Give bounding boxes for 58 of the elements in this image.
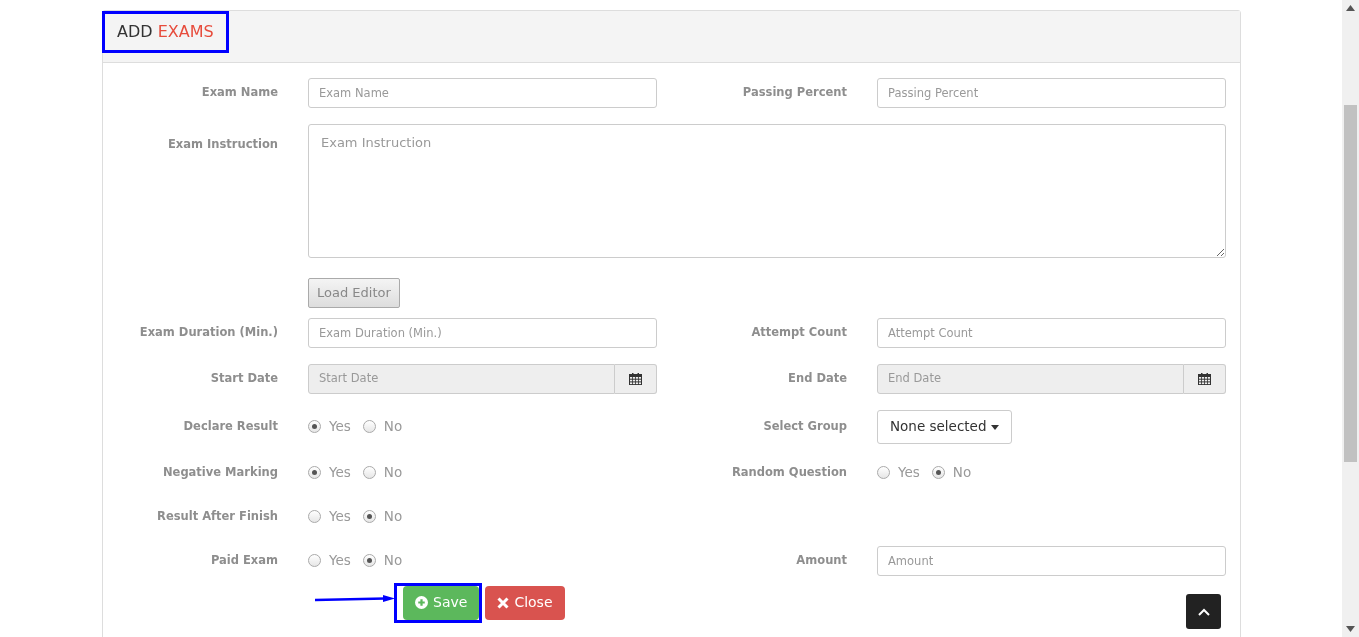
group-dropdown[interactable]: None selected — [877, 409, 1012, 444]
text-input[interactable]: Passing Percent — [877, 78, 1226, 108]
textarea-input[interactable]: Exam Instruction — [308, 124, 1226, 258]
radio-button[interactable] — [308, 554, 321, 567]
radio-label: Yes — [329, 463, 351, 483]
field-label: Result After Finish — [156, 507, 278, 525]
calendar-icon — [629, 372, 642, 385]
plus-circle-icon — [415, 596, 428, 609]
field-label: Exam Instruction — [166, 136, 278, 153]
radio-label: Yes — [898, 463, 920, 483]
scroll-up-icon[interactable] — [1346, 5, 1355, 11]
radio-label: No — [383, 551, 403, 571]
caret-icon — [990, 424, 999, 430]
calendar-button[interactable] — [615, 363, 657, 394]
chevron-up-icon — [1197, 607, 1210, 616]
field-label: Negative Marking — [161, 463, 278, 481]
save-button[interactable]: Save — [403, 585, 480, 620]
radio-label: Yes — [329, 507, 351, 527]
field-label: Select Group — [762, 417, 847, 435]
radio-button[interactable] — [362, 554, 376, 567]
field-label: Exam Name — [200, 84, 278, 102]
field-label: Amount — [795, 551, 847, 569]
text-input[interactable]: Amount — [877, 545, 1226, 576]
radio-button[interactable] — [308, 510, 321, 523]
back-to-top-button[interactable] — [1186, 594, 1221, 629]
radio-button[interactable] — [931, 466, 945, 479]
calendar-button[interactable] — [1184, 363, 1226, 394]
field-label: Random Question — [730, 463, 847, 481]
field-label: Paid Exam — [209, 551, 278, 569]
radio-label: No — [383, 417, 403, 437]
radio-button[interactable] — [362, 510, 376, 523]
radio-label: Yes — [329, 417, 351, 437]
load-editor-button[interactable]: Load Editor — [308, 277, 400, 308]
calendar-icon — [1198, 372, 1211, 385]
radio-button[interactable] — [362, 466, 376, 479]
radio-label: Yes — [329, 551, 351, 571]
text-input[interactable]: Attempt Count — [877, 317, 1226, 348]
panel-title: ADD EXAMS — [102, 11, 229, 53]
scrollbar[interactable] — [1342, 0, 1359, 637]
scrollbar-thumb[interactable] — [1344, 105, 1357, 462]
radio-button[interactable] — [308, 420, 321, 433]
close-button[interactable]: Close — [485, 585, 565, 620]
text-input[interactable]: Exam Duration (Min.) — [308, 317, 657, 348]
text-input[interactable]: Exam Name — [308, 78, 657, 108]
radio-button[interactable] — [877, 466, 890, 479]
radio-button[interactable] — [308, 466, 321, 479]
scroll-down-icon[interactable] — [1346, 626, 1355, 632]
radio-button[interactable] — [362, 420, 376, 433]
field-label: Exam Duration (Min.) — [138, 323, 278, 341]
field-label: Declare Result — [182, 417, 278, 435]
close-icon — [497, 596, 510, 609]
radio-label: No — [952, 463, 972, 483]
radio-label: No — [383, 507, 403, 527]
field-label: Start Date — [209, 369, 278, 387]
field-label: Passing Percent — [741, 84, 847, 102]
field-label: End Date — [787, 369, 847, 387]
field-label: Attempt Count — [750, 323, 847, 341]
radio-label: No — [383, 463, 403, 483]
